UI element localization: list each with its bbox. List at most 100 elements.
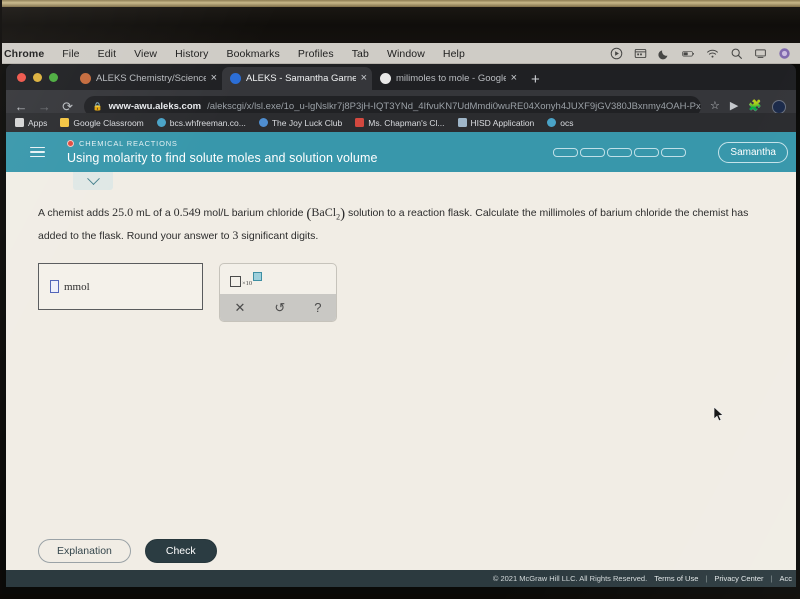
globe-icon (156, 118, 166, 127)
classroom-icon (60, 118, 70, 127)
bookmark-label: Apps (28, 117, 48, 128)
menu-item-help[interactable]: Help (434, 48, 474, 60)
laptop-screen-photo: Chrome File Edit View History Bookmarks … (0, 0, 800, 599)
extensions-icon[interactable]: 🧩 (748, 101, 762, 112)
user-menu-button[interactable]: Samantha (718, 141, 788, 163)
subtab-row (6, 171, 796, 190)
hamburger-icon[interactable] (30, 146, 45, 158)
topic-kicker: CHEMICAL REACTIONS (67, 139, 378, 148)
macos-menu-bar: Chrome File Edit View History Bookmarks … (0, 43, 800, 64)
formula-symbol: BaCl (311, 205, 337, 219)
browser-tab-2[interactable]: ALEKS - Samantha Garner - Le × (222, 67, 372, 90)
tab-favicon-google-search (380, 73, 391, 84)
progress-segment (607, 147, 633, 157)
siri-icon[interactable] (778, 47, 791, 60)
tab-close-icon[interactable]: × (511, 73, 517, 84)
page-title: Using molarity to find solute moles and … (67, 151, 378, 165)
chrome-tab-strip: ALEKS Chemistry/Science - Ch × ALEKS - S… (6, 64, 796, 90)
close-window-button[interactable] (17, 73, 26, 82)
window-traffic-lights (17, 73, 58, 82)
menu-item-view[interactable]: View (125, 48, 166, 60)
new-tab-button[interactable]: + (531, 72, 540, 87)
browser-tab-1[interactable]: ALEKS Chemistry/Science - Ch × (72, 67, 222, 90)
mouse-pointer-icon (713, 406, 724, 422)
display-icon[interactable] (754, 47, 767, 60)
privacy-center-link[interactable]: Privacy Center (714, 574, 763, 583)
battery-icon[interactable] (682, 47, 695, 60)
tab-close-icon[interactable]: × (361, 73, 367, 84)
progress-segment (661, 147, 687, 157)
profile-avatar[interactable] (771, 99, 786, 114)
bookmark-label: HISD Application (470, 117, 535, 128)
progress-segment (634, 147, 660, 157)
menu-item-window[interactable]: Window (378, 48, 434, 60)
menu-item-profiles[interactable]: Profiles (289, 48, 343, 60)
bookmarks-bar: Apps Google Classroom bcs.whfreeman.co..… (6, 113, 796, 132)
answer-input[interactable]: mmol (38, 263, 203, 311)
wifi-icon[interactable] (706, 47, 719, 60)
reload-button[interactable]: ⟳ (60, 100, 74, 113)
bookmark-apps[interactable]: Apps (15, 118, 47, 128)
terms-of-use-link[interactable]: Terms of Use (654, 574, 698, 583)
menu-item-file[interactable]: File (53, 48, 88, 60)
header-titles: CHEMICAL REACTIONS Using molarity to fin… (67, 139, 378, 165)
action-buttons: Explanation Check (6, 539, 796, 563)
chevron-down-icon (86, 171, 100, 185)
answer-row: mmol ×10 ✕ ↺ ? (38, 263, 764, 323)
lock-icon: 🔒 (92, 102, 103, 111)
check-button[interactable]: Check (144, 539, 217, 563)
question-body: A chemist adds 25.0 mL of a 0.549 mol/L … (6, 190, 796, 323)
clear-icon[interactable]: ✕ (234, 301, 245, 314)
palette-action-bar: ✕ ↺ ? (220, 294, 336, 322)
accessibility-link[interactable]: Acc (779, 574, 792, 583)
book-icon (258, 118, 268, 127)
aleks-header: CHEMICAL REACTIONS Using molarity to fin… (6, 132, 796, 172)
tab-close-icon[interactable]: × (211, 73, 217, 84)
menu-item-chrome[interactable]: Chrome (0, 48, 53, 60)
bookmark-ms-chapmans-class[interactable]: Ms. Chapman's Cl... (355, 117, 445, 128)
explanation-button[interactable]: Explanation (38, 539, 131, 563)
question-part-3: mol/L barium chloride (200, 207, 307, 219)
url-path: /alekscgi/x/lsl.exe/1o_u-lgNslkr7j8P3jH-… (207, 101, 701, 112)
star-icon[interactable]: ☆ (710, 101, 720, 112)
menu-bar-status-icons (610, 47, 800, 60)
menu-item-edit[interactable]: Edit (89, 48, 126, 60)
question-concentration: 0.549 (173, 205, 201, 219)
moon-icon[interactable] (658, 47, 671, 60)
undo-icon[interactable]: ↺ (274, 301, 285, 314)
maximize-window-button[interactable] (49, 73, 58, 82)
tab-title: milimoles to mole - Google Se (396, 73, 506, 84)
search-icon[interactable] (730, 47, 743, 60)
globe-icon (547, 118, 557, 127)
menu-item-tab[interactable]: Tab (343, 48, 378, 60)
bookmark-joy-luck-club[interactable]: The Joy Luck Club (258, 118, 342, 128)
back-button[interactable]: ← (14, 100, 28, 113)
calendar-icon[interactable] (634, 47, 647, 60)
help-icon[interactable]: ? (314, 301, 321, 314)
record-icon[interactable] (610, 47, 623, 60)
laptop-top-edge (0, 0, 800, 7)
math-tool-palette: ×10 ✕ ↺ ? (219, 263, 337, 323)
bookmark-label: Ms. Chapman's Cl... (368, 117, 445, 128)
menu-item-bookmarks[interactable]: Bookmarks (217, 48, 288, 60)
bookmark-hisd-application[interactable]: HISD Application (457, 117, 535, 128)
collapse-toggle[interactable] (73, 171, 113, 190)
menu-item-history[interactable]: History (166, 48, 217, 60)
forward-button[interactable]: → (37, 100, 51, 113)
bookmark-ocs[interactable]: ocs (547, 117, 574, 128)
tab-favicon-aleks-samantha (230, 73, 241, 84)
bookmark-bcs-whfreeman[interactable]: bcs.whfreeman.co... (156, 118, 246, 128)
browser-tab-3[interactable]: milimoles to mole - Google Se × (372, 67, 522, 90)
answer-unit-label: mmol (64, 280, 90, 293)
palette-tools: ×10 (220, 264, 336, 294)
play-icon[interactable]: ▶ (730, 101, 738, 112)
scientific-notation-button[interactable]: ×10 (230, 271, 263, 287)
toolbar-icons: ☆ ▶ 🧩 (710, 99, 788, 114)
topic-name: CHEMICAL REACTIONS (79, 139, 178, 148)
bookmark-google-classroom[interactable]: Google Classroom (60, 117, 144, 128)
minimize-window-button[interactable] (33, 73, 42, 82)
bookmark-label: Google Classroom (73, 117, 144, 128)
url-host: www-awu.aleks.com (108, 101, 202, 112)
question-volume: 25.0 (112, 205, 134, 219)
bookmark-label: ocs (560, 117, 574, 128)
